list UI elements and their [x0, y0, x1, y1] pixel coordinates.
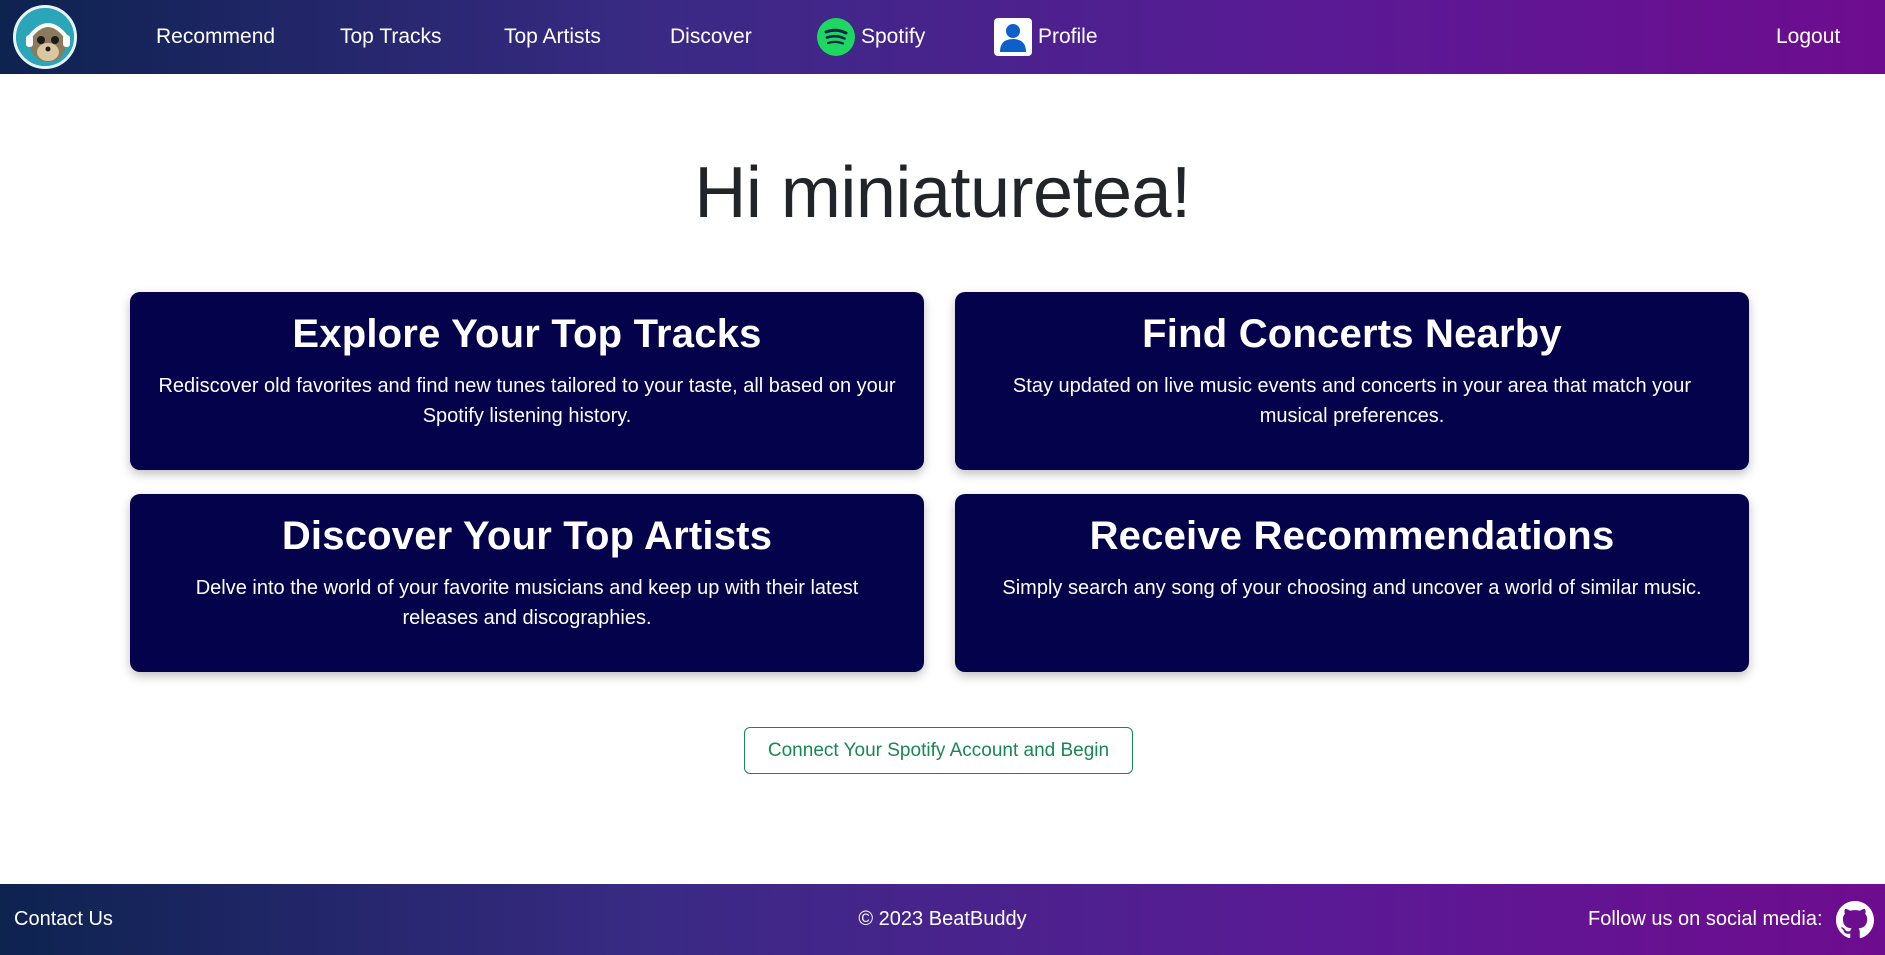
- feature-card-recommendations: Receive Recommendations Simply search an…: [955, 494, 1749, 672]
- card-text: Rediscover old favorites and find new tu…: [158, 375, 896, 427]
- profile-icon: [994, 18, 1032, 56]
- spotify-icon: [817, 18, 855, 56]
- nav-link-spotify[interactable]: Spotify: [817, 0, 925, 74]
- nav-link-profile[interactable]: Profile: [994, 0, 1098, 74]
- nav-link-top-tracks[interactable]: Top Tracks: [340, 0, 442, 74]
- card-title: Find Concerts Nearby: [1142, 312, 1562, 356]
- feature-card-concerts: Find Concerts Nearby Stay updated on liv…: [955, 292, 1749, 470]
- follow-text: Follow us on social media:: [1588, 908, 1823, 930]
- top-navbar: Recommend Top Tracks Top Artists Discove…: [0, 0, 1885, 74]
- page-title: Hi miniaturetea!: [694, 153, 1191, 233]
- card-text: Stay updated on live music events and co…: [1012, 375, 1692, 427]
- nav-link-recommend[interactable]: Recommend: [156, 0, 275, 74]
- card-text: Delve into the world of your favorite mu…: [195, 577, 859, 629]
- beatbuddy-logo-icon[interactable]: [13, 5, 77, 69]
- github-icon: [1836, 900, 1874, 939]
- card-title: Receive Recommendations: [1089, 514, 1615, 558]
- card-title: Explore Your Top Tracks: [292, 312, 762, 356]
- card-text: Simply search any song of your choosing …: [1002, 577, 1702, 599]
- spotify-label: Spotify: [861, 25, 926, 48]
- footer: Contact Us © 2023 BeatBuddy Follow us on…: [0, 884, 1885, 955]
- card-title: Discover Your Top Artists: [281, 514, 773, 558]
- profile-label: Profile: [1038, 25, 1098, 48]
- nav-link-top-artists[interactable]: Top Artists: [504, 0, 601, 74]
- github-link[interactable]: [1836, 884, 1874, 955]
- nav-link-discover[interactable]: Discover: [670, 0, 752, 74]
- feature-card-top-tracks: Explore Your Top Tracks Rediscover old f…: [130, 292, 924, 470]
- connect-spotify-button[interactable]: Connect Your Spotify Account and Begin: [744, 727, 1133, 774]
- feature-card-top-artists: Discover Your Top Artists Delve into the…: [130, 494, 924, 672]
- logout-link[interactable]: Logout: [1776, 0, 1840, 74]
